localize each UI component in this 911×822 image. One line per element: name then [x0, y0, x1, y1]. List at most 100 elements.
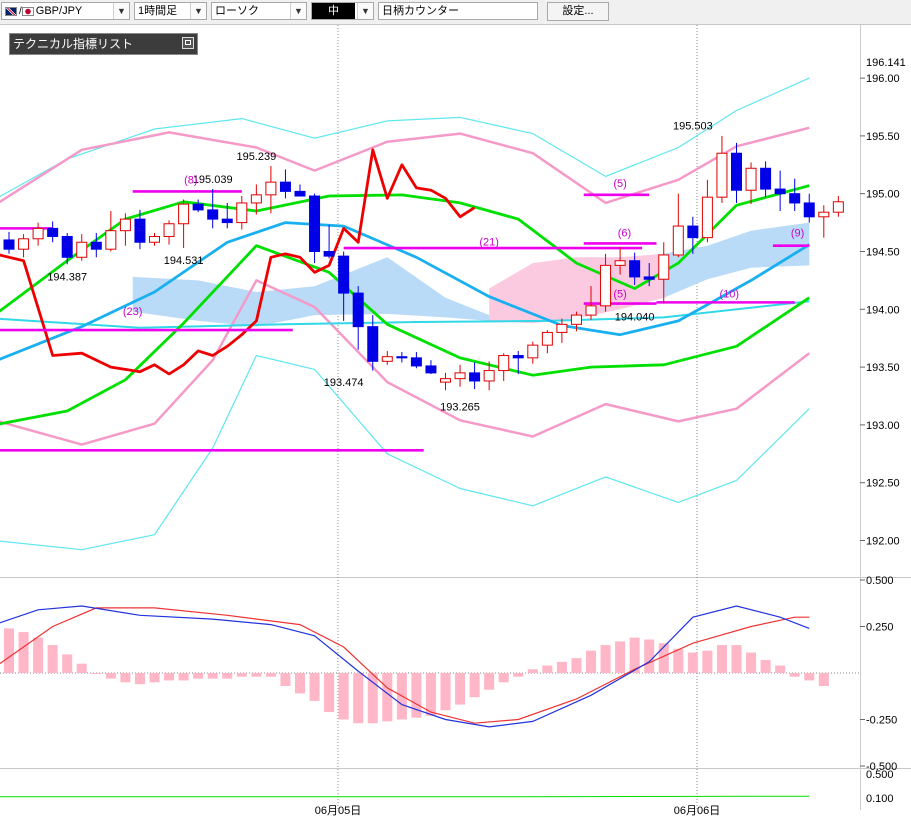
macd-histogram-bar [120, 673, 131, 683]
bullish-candle [716, 152, 728, 198]
bearish-candle [687, 225, 699, 239]
macd-histogram-bar [731, 645, 742, 673]
macd-histogram-bar [571, 658, 582, 673]
bearish-candle [803, 202, 815, 218]
bullish-candle [178, 203, 190, 225]
restore-icon[interactable] [182, 37, 194, 49]
bullish-candle [381, 356, 393, 362]
bullish-candle [32, 227, 44, 240]
bearish-candle [47, 227, 59, 237]
price-tick-label: 196.00 [866, 73, 900, 85]
chikou-span-line [0, 148, 476, 376]
macd-histogram-bar [600, 645, 611, 673]
bearish-candle [3, 239, 15, 250]
price-tick-label: 192.50 [866, 478, 900, 490]
chart-canvas[interactable]: 195.039 194.387 194.531 195.239 193.474 193.2… [0, 0, 911, 822]
bullish-candle [119, 218, 131, 232]
bearish-candle [789, 193, 801, 204]
macd-histogram-bar [353, 673, 364, 724]
bullish-candle [672, 225, 684, 256]
bullish-candle [18, 238, 30, 250]
price-tick-label: 195.50 [866, 131, 900, 143]
bearish-candle [221, 218, 233, 224]
price-tick-label: 195.00 [866, 189, 900, 201]
bullish-candle [745, 167, 757, 191]
price-label: 194.531 [164, 255, 204, 267]
bullish-candle [163, 223, 175, 237]
bullish-candle [440, 378, 451, 383]
price-label: 193.265 [440, 401, 480, 413]
macd-histogram-bar [265, 673, 276, 677]
period-label: (23) [123, 306, 143, 318]
macd-histogram-bar [469, 673, 480, 698]
macd-histogram-bar [382, 673, 393, 722]
macd-histogram-bar [193, 673, 204, 679]
bearish-candle [643, 276, 655, 280]
macd-tick-label: 0.500 [866, 575, 894, 587]
indicator-list-panel[interactable]: テクニカル指標リスト [9, 33, 198, 55]
macd-histogram-bar [556, 661, 567, 673]
price-label: 194.040 [615, 312, 655, 324]
macd-histogram-bar [484, 673, 495, 690]
macd-histogram-bar [236, 673, 247, 677]
macd-histogram-bar [207, 673, 218, 679]
bearish-candle [338, 255, 350, 294]
period-label: (8) [184, 174, 197, 186]
macd-histogram-bar [62, 654, 73, 673]
macd-histogram-bar [673, 648, 684, 673]
price-tick-label: 194.00 [866, 304, 900, 316]
bearish-candle [61, 235, 73, 258]
macd-histogram-bar [164, 673, 175, 681]
macd-histogram-bar [105, 673, 116, 679]
macd-histogram-bar [178, 673, 189, 681]
bearish-candle [352, 292, 364, 328]
bearish-candle [207, 209, 219, 220]
oscillator-tick-label: 0.100 [866, 793, 894, 805]
bullish-candle [556, 323, 568, 333]
price-tick-label: 194.50 [866, 247, 900, 259]
price-tick-label: 192.00 [866, 536, 900, 548]
macd-histogram-bar [309, 673, 320, 701]
bearish-candle [774, 188, 786, 195]
macd-histogram-bar [687, 652, 698, 673]
bearish-candle [323, 251, 335, 257]
macd-histogram-bar [18, 632, 29, 673]
bullish-candle [701, 196, 713, 239]
macd-histogram-bar [149, 673, 160, 683]
macd-histogram-bar [33, 637, 44, 673]
bullish-candle [832, 201, 844, 213]
macd-histogram-bar [818, 673, 829, 687]
macd-histogram-bar [338, 673, 349, 720]
bearish-candle [294, 190, 306, 197]
price-label: 195.503 [673, 121, 713, 133]
macd-histogram-bar [455, 673, 466, 705]
cloud-blue [663, 222, 810, 298]
macd-histogram-bar [4, 628, 14, 673]
macd-histogram-bar [702, 650, 713, 673]
price-top-label: 196.141 [866, 57, 906, 69]
macd-histogram-bar [586, 650, 596, 673]
period-label: (5) [613, 178, 626, 190]
bearish-candle [192, 203, 204, 211]
bearish-candle [629, 260, 641, 278]
date-label: 06月05日 [315, 805, 361, 817]
bearish-candle [731, 152, 742, 191]
date-label: 06月06日 [674, 805, 720, 817]
price-label: 195.239 [236, 151, 276, 163]
macd-histogram-bar [804, 673, 815, 681]
macd-histogram-bar [542, 665, 553, 673]
period-label: (6) [618, 227, 631, 239]
bullish-candle [250, 194, 262, 204]
macd-histogram-bar [644, 639, 655, 673]
macd-histogram-bar [324, 673, 335, 713]
macd-histogram-bar [527, 669, 538, 673]
price-label: 193.474 [324, 377, 364, 389]
bullish-candle [818, 211, 830, 218]
bullish-candle [149, 235, 160, 243]
macd-histogram-bar [760, 659, 771, 673]
bullish-candle [105, 230, 117, 250]
bullish-candle [614, 260, 626, 266]
macd-histogram-bar [513, 673, 524, 677]
bullish-candle [527, 344, 539, 359]
price-label: 194.387 [47, 272, 87, 284]
